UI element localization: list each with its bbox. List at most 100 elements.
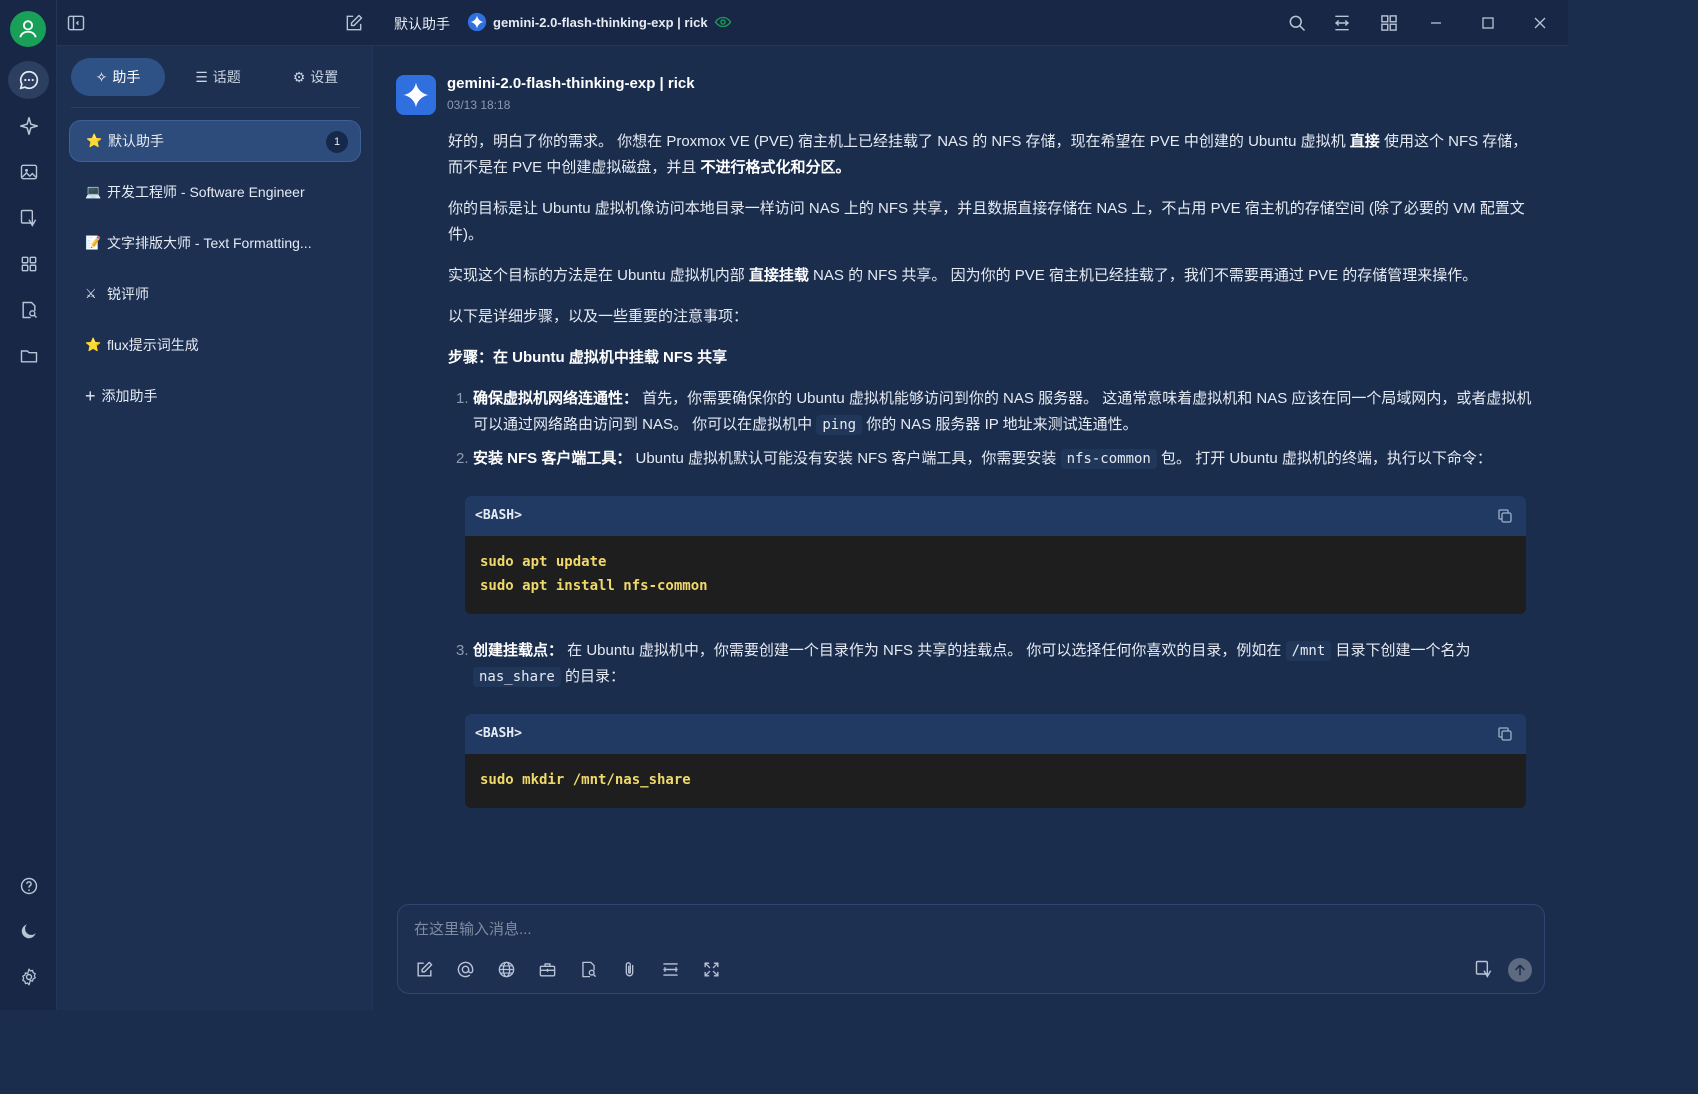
- globe-icon: [498, 961, 514, 977]
- steps-list: 1. 确保虚拟机网络连通性： 首先，你需要确保你的 Ubuntu 虚拟机能够访问到…: [448, 386, 1538, 472]
- assistant-list: ⭐ 默认助手 1 💻 开发工程师 - Software Engineer 📝 文…: [69, 120, 361, 417]
- sparkle-icon: [19, 116, 38, 136]
- new-chat-button[interactable]: [343, 12, 365, 34]
- paperclip-icon: [625, 961, 633, 976]
- mention-model-button[interactable]: [454, 958, 476, 980]
- add-assistant-label: 添加助手: [101, 388, 158, 404]
- expand-icon: [703, 961, 719, 977]
- clear-context-button[interactable]: [659, 958, 681, 980]
- rail-translate-button[interactable]: [8, 199, 49, 237]
- narrow-mode-button[interactable]: [1331, 12, 1353, 34]
- help-icon: [20, 877, 37, 895]
- crossed-swords-icon: ⚔: [85, 286, 97, 301]
- paragraph: 好的，明白了你的需求。 你想在 Proxmox VE (PVE) 宿主机上已经挂…: [448, 133, 1528, 176]
- paragraph: 你的目标是让 Ubuntu 虚拟机像访问本地目录一样访问 NAS 上的 NFS …: [448, 200, 1525, 243]
- topic-count-badge: 1: [326, 131, 348, 153]
- arrow-up-icon: [1515, 964, 1525, 976]
- rail-knowledge-button[interactable]: [8, 291, 49, 329]
- rail-chat-button[interactable]: [8, 61, 49, 99]
- gemini-logo-icon: [467, 12, 487, 32]
- assistant-label: flux提示词生成: [107, 337, 199, 353]
- add-assistant-button[interactable]: + 添加助手: [69, 375, 361, 417]
- rail-apps-button[interactable]: [8, 245, 49, 283]
- divider: [71, 107, 360, 108]
- rail-theme-button[interactable]: [8, 912, 49, 950]
- tab-settings[interactable]: ⚙ 设置: [271, 58, 360, 96]
- assistant-label: 开发工程师 - Software Engineer: [107, 184, 305, 200]
- send-button[interactable]: [1508, 958, 1532, 982]
- copy-icon[interactable]: [1496, 507, 1514, 525]
- panel-tabs: ✧ 助手 ☰ 话题 ⚙ 设置: [71, 58, 360, 96]
- message-composer: 在这里输入消息...: [397, 904, 1545, 994]
- gemini-logo-icon: [403, 82, 429, 108]
- code-block-header: <BASH>: [465, 714, 1526, 754]
- assistant-item-default[interactable]: ⭐ 默认助手 1: [69, 120, 361, 162]
- copy-icon[interactable]: [1496, 725, 1514, 743]
- assistant-panel: ✧ 助手 ☰ 话题 ⚙ 设置 ⭐ 默认助手 1 💻 开发工程师 - Softwa…: [57, 46, 373, 1010]
- model-selector[interactable]: gemini-2.0-flash-thinking-exp | rick: [467, 12, 732, 32]
- message-header: gemini-2.0-flash-thinking-exp | rick 03/…: [447, 75, 695, 112]
- document-search-icon: [581, 961, 596, 977]
- assistant-item-text-formatting[interactable]: 📝 文字排版大师 - Text Formatting...: [69, 222, 361, 264]
- assistant-label: 锐评师: [107, 286, 149, 302]
- star-icon: ⭐: [86, 133, 103, 148]
- layout-button[interactable]: [1378, 12, 1400, 34]
- mcp-tools-button[interactable]: [536, 958, 558, 980]
- model-label: gemini-2.0-flash-thinking-exp | rick: [493, 14, 708, 30]
- attach-file-button[interactable]: [618, 958, 640, 980]
- folder-icon: [20, 350, 37, 363]
- top-bar: 默认助手 gemini-2.0-flash-thinking-exp | ric…: [57, 0, 1568, 46]
- toggle-sidebar-button[interactable]: [65, 12, 87, 34]
- code-block: <BASH> sudo apt update sudo apt install …: [465, 496, 1526, 614]
- translate-input-button[interactable]: [1473, 958, 1495, 980]
- context-divider-icon: [662, 962, 678, 976]
- assistant-item-critic[interactable]: ⚔ 锐评师: [69, 273, 361, 315]
- assistant-item-software-engineer[interactable]: 💻 开发工程师 - Software Engineer: [69, 171, 361, 213]
- new-topic-button[interactable]: [413, 958, 435, 980]
- code-block-header: <BASH>: [465, 496, 1526, 536]
- message-author: gemini-2.0-flash-thinking-exp | rick: [447, 75, 695, 92]
- grid-icon: [21, 256, 36, 272]
- message-body: 好的，明白了你的需求。 你想在 Proxmox VE (PVE) 宿主机上已经挂…: [448, 129, 1538, 832]
- minimize-icon: [1431, 22, 1441, 24]
- maximize-button[interactable]: [1477, 12, 1499, 34]
- tab-label: 助手: [112, 69, 141, 85]
- search-button[interactable]: [1286, 12, 1308, 34]
- tab-label: 设置: [310, 69, 339, 85]
- rail-help-button[interactable]: [8, 867, 49, 905]
- eye-icon: [714, 16, 731, 28]
- search-icon: [1289, 15, 1306, 32]
- rail-settings-button[interactable]: [8, 958, 49, 996]
- document-search-icon: [21, 301, 37, 319]
- code-language: <BASH>: [475, 726, 522, 741]
- toolbox-icon: [539, 962, 555, 977]
- web-search-button[interactable]: [495, 958, 517, 980]
- edit-icon: [416, 961, 432, 977]
- inline-code: ping: [816, 415, 863, 435]
- assistant-item-flux-prompt[interactable]: ⭐ flux提示词生成: [69, 324, 361, 366]
- current-assistant-name: 默认助手: [394, 16, 450, 32]
- rail-image-button[interactable]: [8, 153, 49, 191]
- expand-input-button[interactable]: [700, 958, 722, 980]
- minimize-button[interactable]: [1425, 12, 1447, 34]
- tab-assistants[interactable]: ✧ 助手: [71, 58, 165, 96]
- app-rail: [0, 0, 57, 1010]
- tab-topics[interactable]: ☰ 话题: [174, 58, 262, 96]
- inline-code: nfs-common: [1060, 449, 1157, 469]
- list-icon: ☰: [195, 68, 208, 85]
- rail-files-button[interactable]: [8, 337, 49, 375]
- star-icon: ⭐: [85, 337, 102, 352]
- assistant-label: 默认助手: [108, 133, 164, 149]
- rail-agents-button[interactable]: [8, 107, 49, 145]
- list-item: 2. 安装 NFS 客户端工具： Ubuntu 虚拟机默认可能没有安装 NFS 客…: [456, 449, 1492, 469]
- close-button[interactable]: [1529, 12, 1551, 34]
- code-content: sudo mkdir /mnt/nas_share: [480, 772, 691, 788]
- assistant-label: 文字排版大师 - Text Formatting...: [107, 235, 312, 251]
- code-language: <BASH>: [475, 508, 522, 523]
- message-input[interactable]: 在这里输入消息...: [414, 918, 532, 939]
- user-avatar[interactable]: [10, 11, 46, 47]
- moon-icon: [21, 924, 36, 939]
- knowledge-base-button[interactable]: [577, 958, 599, 980]
- chat-bubble-icon: [19, 70, 38, 90]
- user-icon: [19, 20, 37, 38]
